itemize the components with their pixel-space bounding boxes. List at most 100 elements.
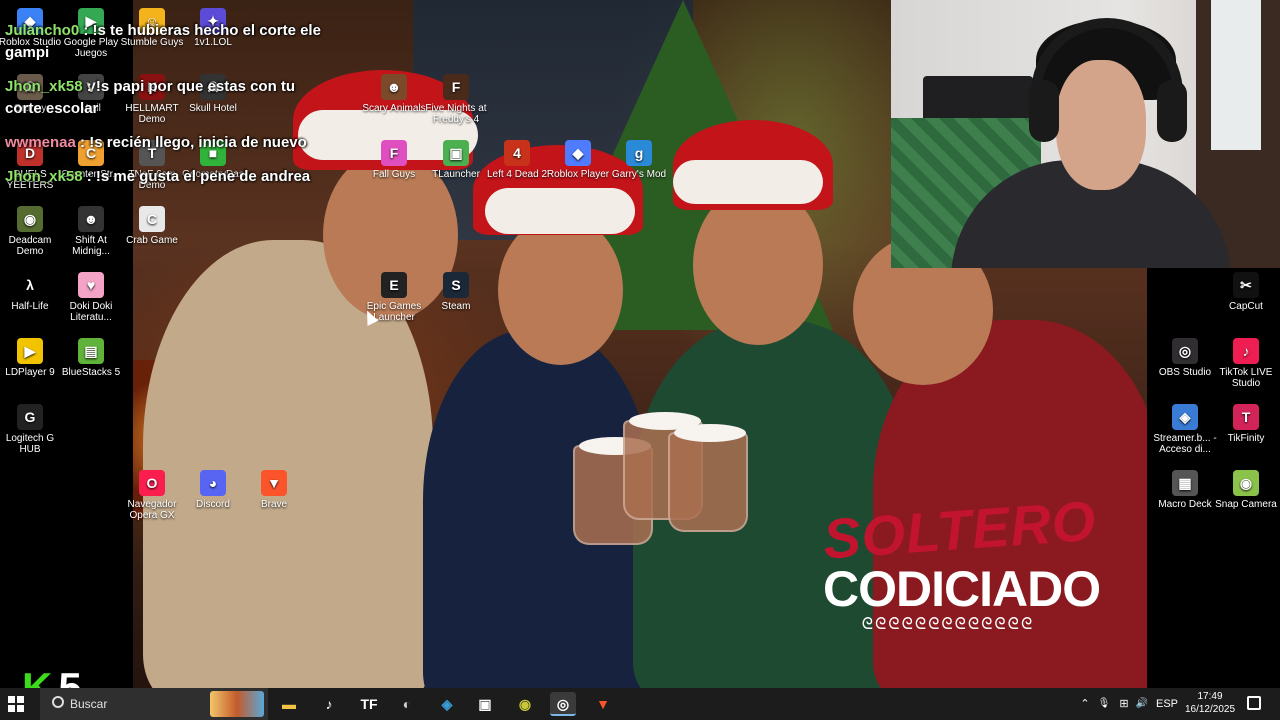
desktop-icon-snap-camera[interactable]: ◉ Snap Camera xyxy=(1214,470,1278,510)
epic-games-icon: E xyxy=(381,272,407,298)
desktop-icon-brave[interactable]: ▼ Brave xyxy=(242,470,306,510)
chat-message: Jhon_xk58 : !s me gusta el pene de andre… xyxy=(5,166,335,188)
desktop-icon-label: BlueStacks 5 xyxy=(61,367,121,378)
crab-game-icon: C xyxy=(139,206,165,232)
obs-icon: ◎ xyxy=(556,696,570,712)
desktop-icon-crab-game[interactable]: C Crab Game xyxy=(120,206,184,246)
desktop-icon-discord[interactable]: ◕ Discord xyxy=(181,470,245,510)
desktop-icon-shift-at-midnight[interactable]: ☻ Shift At Midnig... xyxy=(59,206,123,257)
desktop-icon-half-life[interactable]: λ Half-Life xyxy=(0,272,62,312)
taskbar-app-file-explorer[interactable]: ▬ xyxy=(276,692,302,716)
desktop-icon-label: Left 4 Dead 2 xyxy=(486,169,548,180)
notification-center-icon[interactable] xyxy=(1247,696,1261,710)
desktop-icon-capcut[interactable]: ✂ CapCut xyxy=(1214,272,1278,312)
volume-icon[interactable]: 🔊 xyxy=(1134,688,1150,720)
desktop-icon-deadcam[interactable]: ◉ Deadcam Demo xyxy=(0,206,62,257)
headset-cup-left xyxy=(1029,80,1059,142)
desktop-icon-label: Navegador Opera GX xyxy=(127,499,177,521)
promo-swirl-ornament: ᘓᘓᘓᘓᘓᘓᘓᘓᘓᘓᘓᘓᘓ xyxy=(861,616,1035,633)
promo-title-line2: CODICIADO xyxy=(823,561,1101,617)
tlauncher-icon: ▣ xyxy=(443,140,469,166)
desktop-icon-opera-gx[interactable]: O Navegador Opera GX xyxy=(120,470,184,521)
desktop-icon-label: Deadcam Demo xyxy=(8,235,52,257)
search-icon xyxy=(52,696,64,708)
streamerbot-icon: ◈ xyxy=(441,696,453,712)
desktop-icon-label: OBS Studio xyxy=(1158,367,1212,378)
tikfinity-icon: T xyxy=(1233,404,1259,430)
desktop-icon-logitech-ghub[interactable]: G Logitech G HUB xyxy=(0,404,62,455)
desktop-icon-label: TLauncher xyxy=(432,169,480,180)
roblox-player-icon: ◆ xyxy=(565,140,591,166)
capcut-icon: ✂ xyxy=(1233,272,1259,298)
desktop-icon-label: Roblox Player xyxy=(546,169,610,180)
desktop-icon-macro-deck[interactable]: ▦ Macro Deck xyxy=(1153,470,1217,510)
desktop-icon-label: Fall Guys xyxy=(372,169,416,180)
chat-separator: : xyxy=(82,78,96,95)
desktop-icon-label: LDPlayer 9 xyxy=(5,367,55,378)
desktop-icon-fnaf4[interactable]: F Five Nights at Freddy's 4 xyxy=(424,74,488,125)
desktop-icon-doki-doki[interactable]: ♥ Doki Doki Literatu... xyxy=(59,272,123,323)
shift-at-midnight-icon: ☻ xyxy=(78,206,104,232)
language-indicator[interactable]: ESP xyxy=(1154,688,1180,720)
desktop-icon-steam[interactable]: S Steam xyxy=(424,272,488,312)
opera-gx-icon: O xyxy=(139,470,165,496)
wallpaper-promo-text: SOLTERO CODICIADO ᘓᘓᘓᘓᘓᘓᘓᘓᘓᘓᘓᘓᘓ xyxy=(821,489,1101,634)
desktop-icon-left4dead2[interactable]: 4 Left 4 Dead 2 xyxy=(485,140,549,180)
search-placeholder: Buscar xyxy=(70,697,108,711)
search-highlight-thumbnail[interactable] xyxy=(210,691,264,717)
fall-guys-icon: F xyxy=(381,140,407,166)
desktop-icon-tiktok-live[interactable]: ♪ TikTok LIVE Studio xyxy=(1214,338,1278,389)
taskbar-app-tiktok[interactable]: ♪ xyxy=(316,692,342,716)
taskbar-app-snap-camera[interactable]: ◉ xyxy=(512,692,538,716)
desktop-icon-streamer-bot[interactable]: ◈ Streamer.b... - Acceso di... xyxy=(1153,404,1217,455)
desktop-icon-label: Macro Deck xyxy=(1158,499,1212,510)
desktop-icon-garrys-mod[interactable]: g Garry's Mod xyxy=(607,140,671,180)
desktop-icon-label: TikTok LIVE Studio xyxy=(1219,367,1273,389)
taskbar-app-app-shield[interactable]: ◐ xyxy=(394,692,420,716)
desktop-icon-scary-animals[interactable]: ☻ Scary Animals xyxy=(362,74,426,114)
taskbar-search-box[interactable]: Buscar xyxy=(40,688,268,720)
microphone-icon[interactable]: 🎙 xyxy=(1096,688,1112,720)
wallpaper-mug-3 xyxy=(668,424,748,532)
taskbar-app-obs[interactable]: ◎ xyxy=(550,692,576,716)
desktop-icon-label: Half-Life xyxy=(11,301,49,312)
obs-studio-icon: ◎ xyxy=(1172,338,1198,364)
desktop-icon-bluestacks[interactable]: ▤ BlueStacks 5 xyxy=(59,338,123,378)
tikfinity-icon: TF xyxy=(360,696,378,712)
desktop-icon-ldplayer[interactable]: ▶ LDPlayer 9 xyxy=(0,338,62,378)
desktop-icon-label: Brave xyxy=(260,499,288,510)
taskbar-app-brave[interactable]: ▼ xyxy=(590,692,616,716)
taskbar-clock[interactable]: 17:49 16/12/2025 xyxy=(1180,690,1240,716)
logitech-ghub-icon: G xyxy=(17,404,43,430)
steam-icon: S xyxy=(443,272,469,298)
desktop-icon-obs-studio[interactable]: ◎ OBS Studio xyxy=(1153,338,1217,378)
clock-time: 17:49 xyxy=(1197,691,1223,702)
chat-message: wwmenaa : !s recién llego, inicia de nue… xyxy=(5,132,335,154)
start-button[interactable] xyxy=(8,696,24,712)
desktop-icon-tlauncher[interactable]: ▣ TLauncher xyxy=(424,140,488,180)
snap-camera-icon: ◉ xyxy=(1233,470,1259,496)
fnaf4-icon: F xyxy=(443,74,469,100)
chat-message: Jhon_xk58 : !s papi por que estas con tu… xyxy=(5,76,335,120)
desktop-icon-tikfinity[interactable]: T TikFinity xyxy=(1214,404,1278,444)
desktop-icon-label: Shift At Midnig... xyxy=(72,235,110,257)
webcam-curtain xyxy=(1211,0,1261,150)
network-icon[interactable]: ⊞ xyxy=(1116,688,1132,720)
chat-text: !s recién llego, inicia de nuevo xyxy=(89,134,307,151)
chat-username: wwmenaa xyxy=(5,134,76,151)
desktop-icon-label: Logitech G HUB xyxy=(5,433,55,455)
desktop-icon-fall-guys[interactable]: F Fall Guys xyxy=(362,140,426,180)
taskbar-app-app-window[interactable]: ▣ xyxy=(472,692,498,716)
taskbar-app-tikfinity[interactable]: TF xyxy=(356,692,382,716)
webcam-overlay xyxy=(891,0,1280,268)
desktop-icon-label: Steam xyxy=(441,301,471,312)
desktop-icon-roblox-player[interactable]: ◆ Roblox Player xyxy=(546,140,610,180)
discord-icon: ◕ xyxy=(200,470,226,496)
taskbar-app-streamerbot[interactable]: ◈ xyxy=(434,692,460,716)
streamer-bot-icon: ◈ xyxy=(1172,404,1198,430)
doki-doki-icon: ♥ xyxy=(78,272,104,298)
tray-chevron-icon[interactable]: ⌃ xyxy=(1078,688,1092,720)
chat-overlay: Julancho0 : !s te hubieras hecho el cort… xyxy=(5,20,335,200)
chat-separator: : xyxy=(82,168,96,185)
chat-username: Julancho0 xyxy=(5,22,80,39)
